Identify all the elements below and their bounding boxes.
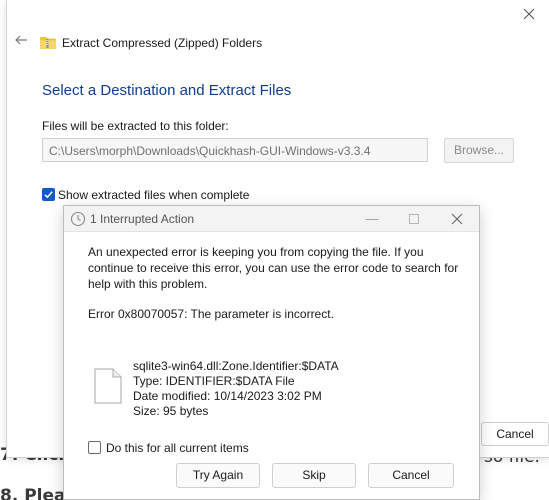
skip-button[interactable]: Skip [272,463,356,488]
wizard-heading: Select a Destination and Extract Files [42,82,292,99]
browse-button[interactable]: Browse... [444,138,514,163]
file-type: Type: IDENTIFIER:$DATA File [133,374,295,388]
destination-path-input[interactable]: C:\Users\morph\Downloads\Quickhash-GUI-W… [42,138,428,162]
show-extracted-files-checkbox[interactable] [42,188,55,201]
maximize-icon[interactable] [405,210,423,228]
error-message: An unexpected error is keeping you from … [88,245,459,291]
wizard-title: Extract Compressed (Zipped) Folders [62,36,263,50]
file-details: sqlite3-win64.dll:Zone.Identifier:$DATA … [133,359,339,419]
error-code-text: Error 0x80070057: The parameter is incor… [88,307,334,321]
minimize-icon[interactable]: — [363,210,381,228]
clock-icon [70,211,86,227]
dialog-cancel-button[interactable]: Cancel [368,463,454,488]
wizard-cancel-button[interactable]: Cancel [481,422,549,446]
apply-to-all-checkbox[interactable] [88,441,101,454]
try-again-button[interactable]: Try Again [176,463,260,488]
file-size: Size: 95 bytes [133,404,209,418]
checkmark-icon [44,191,53,199]
back-arrow-icon[interactable] [14,33,28,47]
file-name: sqlite3-win64.dll:Zone.Identifier:$DATA [133,359,339,373]
interrupted-action-dialog: 1 Interrupted Action — An unexpected err… [63,205,480,500]
close-icon[interactable] [521,6,537,22]
file-date-modified: Date modified: 10/14/2023 3:02 PM [133,389,322,403]
destination-label: Files will be extracted to this folder: [42,119,229,133]
apply-to-all-label: Do this for all current items [106,441,249,455]
dialog-titlebar: 1 Interrupted Action — [64,206,479,232]
show-extracted-files-label: Show extracted files when complete [58,188,250,202]
file-icon [94,368,122,404]
dialog-title: 1 Interrupted Action [90,212,195,226]
zip-folder-icon [40,37,56,49]
close-icon[interactable] [448,210,466,228]
